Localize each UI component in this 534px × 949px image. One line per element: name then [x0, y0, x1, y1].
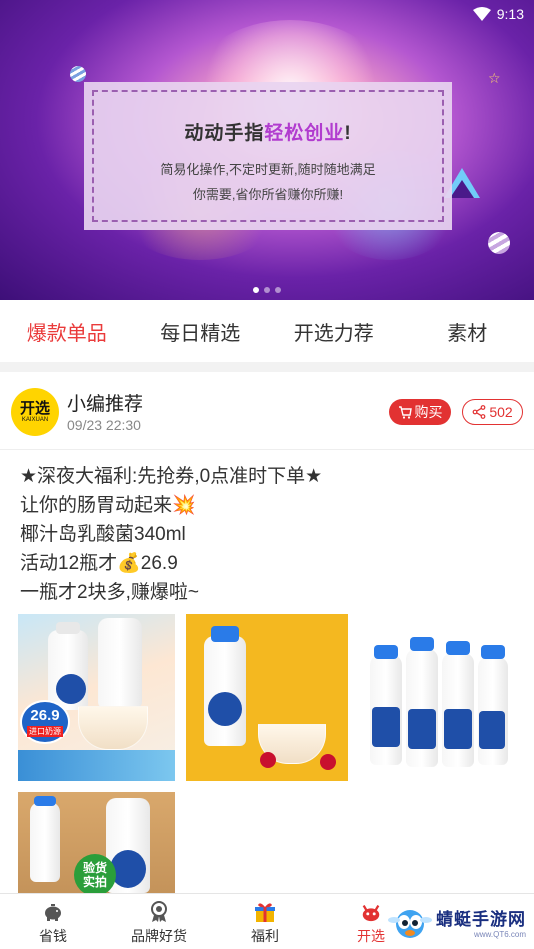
- watermark-sub: www.QT6.com: [473, 930, 526, 939]
- product-image[interactable]: 验货 实拍: [18, 792, 175, 893]
- carousel-dot[interactable]: [264, 287, 270, 293]
- status-bar: 9:13: [472, 6, 524, 22]
- bottle-cap: [56, 622, 80, 634]
- verify-badge-line2: 实拍: [82, 875, 107, 889]
- nav-save-money[interactable]: 省钱: [0, 894, 106, 949]
- bottle-label: [479, 711, 505, 749]
- avatar-logo-text: 开选: [19, 400, 50, 417]
- banner-title: 动动手指轻松创业!: [184, 118, 351, 145]
- triangle-decoration-inner: [450, 180, 474, 198]
- nav-label: 品牌好货: [131, 928, 187, 944]
- post-author: 小编推荐: [67, 394, 144, 415]
- content-line: ★深夜大福利:先抢券,0点准时下单★: [20, 466, 323, 487]
- share-button[interactable]: 502: [462, 399, 523, 425]
- bottle-cap: [481, 645, 505, 659]
- product-image[interactable]: [362, 627, 512, 777]
- tab-daily-picks[interactable]: 每日精选: [134, 300, 268, 362]
- gift-icon: [254, 901, 276, 923]
- bottle-cap: [446, 641, 470, 655]
- piggy-bank-icon: [42, 901, 64, 923]
- cherry-graphic: [320, 754, 336, 770]
- mascot-icon: [360, 901, 382, 923]
- nav-label: 开选: [357, 928, 385, 944]
- bottle-label: [408, 709, 436, 749]
- nav-brand-goods[interactable]: 品牌好货: [106, 894, 212, 949]
- price-badge-value: 26.9: [30, 706, 60, 724]
- banner-line-1: 简易化操作,不定时更新,随时随地满足: [160, 162, 376, 177]
- carousel-indicator: [0, 287, 534, 293]
- star-decoration: ☆: [488, 70, 501, 86]
- banner-title-prefix: 动动手指: [184, 123, 265, 144]
- post-header: 开选 KAIXUAN 小编推荐 09/23 22:30 购买 502: [0, 372, 534, 450]
- banner-line-2: 你需要,省你所省赚你所赚!: [192, 187, 344, 202]
- banner-card-frame: 动动手指轻松创业! 简易化操作,不定时更新,随时随地满足 你需要,省你所省赚你所…: [92, 90, 444, 222]
- bottle-cap: [374, 645, 398, 659]
- post-timestamp: 09/23 22:30: [67, 417, 141, 433]
- content-line: 椰汁岛乳酸菌340ml: [20, 524, 186, 545]
- price-badge-tag: 进口奶源: [27, 725, 63, 737]
- site-watermark: 蜻蜓手游网 www.QT6.com: [388, 902, 526, 942]
- product-image[interactable]: 26.9 进口奶源: [18, 614, 175, 781]
- avatar-logo-subtext: KAIXUAN: [21, 417, 49, 423]
- verified-photo-badge: 验货 实拍: [74, 854, 116, 893]
- bottle-graphic: [30, 802, 60, 882]
- watermark-text: 蜻蜓手游网 www.QT6.com: [436, 905, 526, 939]
- bottle-label: [372, 707, 400, 747]
- carousel-dot[interactable]: [253, 287, 259, 293]
- milk-glass-graphic: [78, 706, 148, 750]
- promo-banner[interactable]: ☆ 9:13 动动手指轻松创业! 简易化操作,不定时更新,随时随地满足 你需要,…: [0, 0, 534, 300]
- status-time: 9:13: [496, 6, 524, 22]
- bottle-graphic: [204, 636, 246, 746]
- watermark-main: 蜻蜓手游网: [436, 910, 526, 929]
- bottle-cap: [34, 796, 56, 806]
- banner-card: 动动手指轻松创业! 简易化操作,不定时更新,随时随地满足 你需要,省你所省赚你所…: [84, 82, 452, 230]
- carousel-dot[interactable]: [275, 287, 281, 293]
- wifi-icon: [472, 7, 491, 21]
- bottle-label: [208, 692, 242, 726]
- bottle-label: [444, 709, 472, 749]
- post-card: 开选 KAIXUAN 小编推荐 09/23 22:30 购买 502 ★深夜大福…: [0, 372, 534, 893]
- tab-kaixuan-recommend[interactable]: 开选力荐: [267, 300, 401, 362]
- nav-label: 省钱: [39, 928, 67, 944]
- buy-button-label: 购买: [414, 404, 443, 420]
- buy-button[interactable]: 购买: [389, 399, 451, 425]
- bottle-graphic: [98, 618, 142, 708]
- product-image[interactable]: [186, 614, 348, 781]
- verify-badge-line1: 验货: [82, 861, 107, 875]
- bottle-label: [56, 674, 86, 704]
- bottle-graphic: [406, 649, 438, 767]
- banner-title-highlight: 轻松创业: [264, 123, 345, 144]
- share-icon: [472, 405, 486, 419]
- bottle-cap: [211, 626, 239, 642]
- share-count: 502: [489, 404, 513, 420]
- nav-label: 福利: [251, 928, 279, 944]
- cherry-graphic: [260, 752, 276, 768]
- image-footer-strip: [18, 750, 175, 781]
- category-tabs: 爆款单品 每日精选 开选力荐 素材: [0, 300, 534, 362]
- tab-materials[interactable]: 素材: [401, 300, 534, 362]
- nav-welfare[interactable]: 福利: [212, 894, 318, 949]
- content-line: 活动12瓶才💰26.9: [20, 553, 178, 574]
- bottle-cap: [410, 637, 434, 651]
- content-line: 让你的肠胃动起来💥: [20, 495, 196, 516]
- cart-icon: [398, 405, 412, 419]
- striped-ball-decoration: [70, 66, 86, 82]
- content-line: 一瓶才2块多,赚爆啦~: [20, 582, 199, 603]
- banner-title-suffix: !: [344, 123, 352, 144]
- striped-ball-decoration: [488, 232, 510, 254]
- dragonfly-mascot-icon: [388, 902, 432, 942]
- medal-icon: [148, 901, 170, 923]
- avatar[interactable]: 开选 KAIXUAN: [11, 388, 59, 436]
- price-badge: 26.9 进口奶源: [20, 700, 70, 744]
- post-content: ★深夜大福利:先抢券,0点准时下单★ 让你的肠胃动起来💥 椰汁岛乳酸菌340ml…: [20, 462, 322, 607]
- tab-hot-items[interactable]: 爆款单品: [0, 300, 134, 362]
